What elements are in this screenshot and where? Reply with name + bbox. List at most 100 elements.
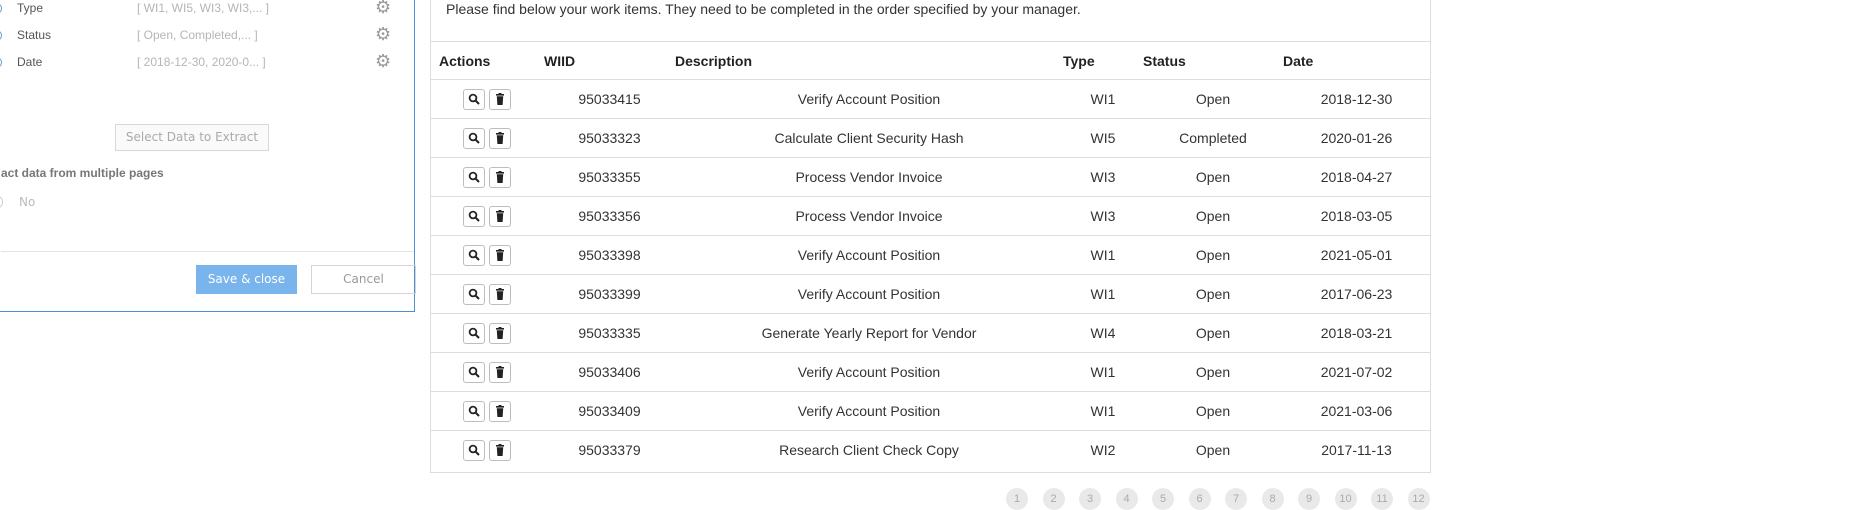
column-header-actions: Actions — [431, 41, 544, 80]
column-header-status[interactable]: Status — [1143, 41, 1283, 80]
extract-data-dialog: Type [ WI1, WI5, WI3, WI3,... ] ⚙ Status… — [0, 0, 416, 312]
description-cell: Process Vendor Invoice — [675, 196, 1063, 236]
field-radio-icon[interactable] — [0, 3, 2, 14]
field-name: Date — [17, 55, 43, 69]
status-cell: Open — [1143, 352, 1283, 392]
page-button[interactable]: 8 — [1261, 488, 1284, 510]
page-button[interactable]: 5 — [1152, 488, 1174, 510]
column-header-date[interactable]: Date — [1283, 41, 1430, 80]
page-button[interactable]: 10 — [1334, 488, 1357, 510]
status-cell: Completed — [1143, 118, 1283, 158]
wiid-cell: 95033398 — [544, 235, 675, 275]
wiid-cell: 95033379 — [578, 442, 641, 458]
table-row: 95033409 Verify Account Position WI1 Open 20… — [431, 391, 1430, 431]
actions-cell — [431, 352, 544, 392]
actions-cell — [431, 274, 544, 314]
type-cell: WI4 — [1063, 313, 1143, 353]
wiid-cell: 95033399 — [544, 274, 675, 314]
type-cell: WI1 — [1063, 391, 1143, 431]
delete-button[interactable] — [489, 400, 511, 422]
status-cell: Open — [1195, 442, 1231, 458]
description-cell: Verify Account Position — [675, 352, 1063, 392]
date-cell: 2017-06-23 — [1283, 274, 1430, 314]
actions-cell — [431, 196, 544, 236]
wiid-cell: 95033409 — [544, 391, 675, 431]
page-button[interactable]: 9 — [1298, 488, 1320, 510]
description-cell: Verify Account Position — [675, 391, 1063, 431]
page-button[interactable]: 4 — [1115, 488, 1138, 510]
view-button[interactable] — [463, 283, 485, 305]
description-cell: Verify Account Position — [675, 274, 1063, 314]
actions-cell — [431, 391, 544, 431]
status-cell: Open — [1143, 391, 1283, 431]
view-button[interactable] — [463, 439, 485, 461]
table-row: 95033335 Generate Yearly Report for Vendo… — [431, 313, 1430, 353]
delete-button[interactable] — [489, 88, 511, 110]
field-row-date: Date [ 2018-12-30, 2020-0... ] ⚙ — [0, 51, 401, 76]
no-radio[interactable] — [0, 195, 3, 209]
actions-cell — [431, 79, 544, 119]
description-cell: Calculate Client Security Hash — [675, 118, 1063, 158]
wiid-cell: 95033415 — [544, 79, 675, 119]
status-cell: Open — [1143, 157, 1283, 197]
view-button[interactable] — [463, 127, 485, 149]
gear-icon[interactable]: ⚙ — [375, 0, 391, 18]
actions-cell — [431, 431, 544, 470]
column-header-description[interactable]: Description — [675, 41, 1063, 80]
page-button[interactable]: 1 — [1006, 488, 1028, 510]
field-radio-icon[interactable] — [0, 57, 2, 68]
cancel-button[interactable]: Cancel — [311, 265, 416, 294]
view-button[interactable] — [463, 322, 485, 344]
view-button[interactable] — [463, 361, 485, 383]
view-button[interactable] — [463, 400, 485, 422]
gear-icon[interactable]: ⚙ — [375, 24, 391, 45]
description-cell: Verify Account Position — [675, 79, 1063, 119]
actions-cell — [431, 157, 544, 197]
delete-button[interactable] — [489, 283, 511, 305]
type-cell: WI3 — [1063, 196, 1143, 236]
work-items-panel: Please find below your work items. They … — [430, 0, 1431, 473]
status-cell: Open — [1143, 274, 1283, 314]
date-cell: 2021-05-01 — [1283, 235, 1430, 275]
delete-button[interactable] — [489, 127, 511, 149]
save-close-button[interactable]: Save & close — [196, 265, 297, 294]
delete-button[interactable] — [489, 361, 511, 383]
multi-pages-label: act data from multiple pages — [1, 166, 164, 180]
delete-button[interactable] — [489, 166, 511, 188]
view-button[interactable] — [463, 205, 485, 227]
date-cell: 2018-03-05 — [1283, 196, 1430, 236]
delete-button[interactable] — [489, 244, 511, 266]
wiid-cell: 95033335 — [544, 313, 675, 353]
description-cell: Generate Yearly Report for Vendor — [675, 313, 1063, 353]
view-button[interactable] — [463, 88, 485, 110]
delete-button[interactable] — [489, 205, 511, 227]
gear-icon[interactable]: ⚙ — [375, 51, 391, 72]
field-name: Type — [17, 1, 44, 15]
table-row: 95033356 Process Vendor Invoice WI3 Open 201… — [431, 196, 1430, 236]
field-radio-icon[interactable] — [0, 30, 2, 41]
view-button[interactable] — [463, 244, 485, 266]
table-row: 95033379 Research Client Check Copy WI2 Ope… — [431, 431, 1430, 470]
page-button[interactable]: 11 — [1371, 488, 1393, 510]
delete-button[interactable] — [489, 322, 511, 344]
wiid-cell: 95033356 — [544, 196, 675, 236]
field-row-status: Status [ Open, Completed,... ] ⚙ — [0, 24, 401, 49]
page-button[interactable]: 3 — [1079, 488, 1101, 510]
table-row: 95033355 Process Vendor Invoice WI3 Open 201… — [431, 157, 1430, 197]
table-row: 95033398 Verify Account Position WI1 Open 20… — [431, 235, 1430, 275]
field-value: [ Open, Completed,... ] — [137, 28, 258, 42]
type-cell: WI1 — [1063, 79, 1143, 119]
view-button[interactable] — [463, 166, 485, 188]
description-cell: Verify Account Position — [675, 235, 1063, 275]
wiid-cell: 95033323 — [544, 118, 675, 158]
actions-cell — [431, 313, 544, 353]
page-button[interactable]: 6 — [1188, 488, 1211, 510]
page-button[interactable]: 2 — [1042, 488, 1065, 510]
column-header-wiid[interactable]: WIID — [544, 41, 675, 80]
delete-button[interactable] — [489, 439, 511, 461]
table-row: 95033323 Calculate Client Security Hash WI… — [431, 118, 1430, 158]
select-data-button[interactable]: Select Data to Extract — [115, 124, 269, 151]
page-button[interactable]: 7 — [1225, 488, 1247, 510]
page-button[interactable]: 12 — [1407, 488, 1430, 510]
column-header-type[interactable]: Type — [1063, 41, 1143, 80]
